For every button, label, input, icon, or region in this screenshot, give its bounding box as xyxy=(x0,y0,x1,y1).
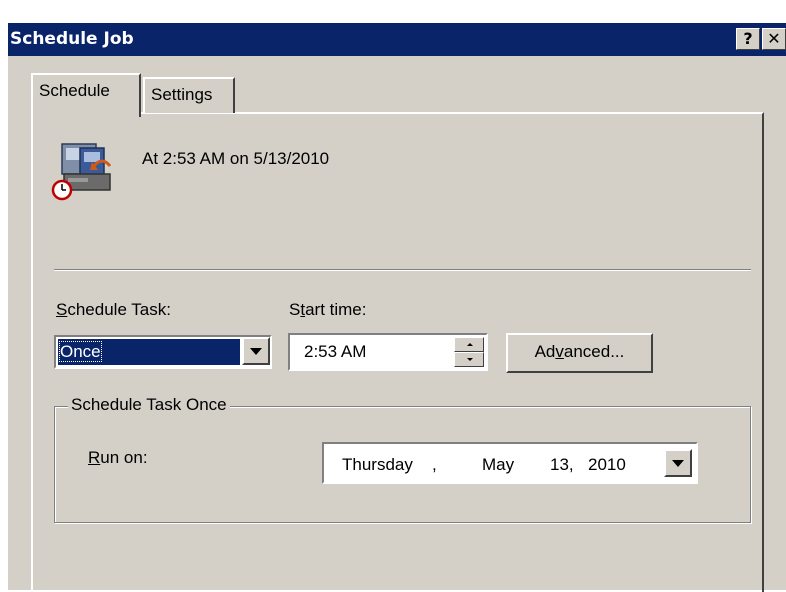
start-time-label-pre: S xyxy=(289,300,301,319)
date-year[interactable]: 2010 xyxy=(588,455,626,475)
schedule-job-dialog: Schedule Job ? ✕ Schedule Settings At 2:… xyxy=(0,0,786,592)
arrow-up-icon xyxy=(467,343,473,346)
arrow-down-icon xyxy=(467,358,473,361)
title-bar[interactable]: Schedule Job ? ✕ xyxy=(8,23,786,56)
date-separator: , xyxy=(432,455,437,474)
advanced-button[interactable]: Advanced... xyxy=(506,333,653,373)
schedule-task-label-rest: chedule Task: xyxy=(67,300,171,319)
advanced-mnemonic: v xyxy=(555,342,564,361)
start-time-label: Start time: xyxy=(289,300,366,320)
run-on-label: Run on: xyxy=(88,448,148,468)
start-time-spinner[interactable] xyxy=(454,337,484,367)
advanced-label-rest: anced... xyxy=(563,342,625,361)
schedule-task-dropdown-button[interactable] xyxy=(242,337,270,365)
schedule-summary: At 2:53 AM on 5/13/2010 xyxy=(142,149,330,168)
chevron-down-icon xyxy=(672,460,684,467)
left-margin xyxy=(0,0,8,590)
tab-schedule-label: Schedule xyxy=(39,81,110,100)
window-title: Schedule Job xyxy=(10,29,134,49)
schedule-task-label: Schedule Task: xyxy=(56,300,171,320)
date-weekday[interactable]: Thursday xyxy=(342,455,413,475)
group-title: Schedule Task Once xyxy=(68,395,230,415)
start-time-label-rest: art time: xyxy=(305,300,367,319)
run-on-mnemonic: R xyxy=(88,448,101,467)
chevron-down-icon xyxy=(250,348,262,355)
top-margin xyxy=(0,0,786,23)
tab-schedule[interactable]: Schedule xyxy=(31,73,141,117)
separator xyxy=(54,269,751,271)
tab-settings[interactable]: Settings xyxy=(143,77,235,113)
tab-settings-label: Settings xyxy=(151,85,213,104)
schedule-task-selected-value: Once xyxy=(58,339,240,365)
help-button[interactable]: ? xyxy=(736,28,760,50)
schedule-task-mnemonic: S xyxy=(56,300,68,319)
schedule-task-select[interactable]: Once xyxy=(54,335,272,369)
schedule-task-value: Once xyxy=(59,341,102,362)
close-button[interactable]: ✕ xyxy=(762,28,786,50)
date-day[interactable]: 13, xyxy=(550,455,574,475)
scheduled-task-icon xyxy=(51,143,112,201)
start-time-value: 2:53 AM xyxy=(304,342,367,361)
date-dropdown-button[interactable] xyxy=(664,449,692,477)
spin-up-button[interactable] xyxy=(454,337,484,352)
advanced-label-pre: Ad xyxy=(534,342,556,361)
run-on-label-rest: un on: xyxy=(100,448,148,467)
date-month[interactable]: May xyxy=(482,455,514,475)
spin-down-button[interactable] xyxy=(454,352,484,367)
run-on-date-picker[interactable]: Thursday , May 13, 2010 xyxy=(322,442,698,484)
start-time-input[interactable]: 2:53 AM xyxy=(288,333,488,371)
